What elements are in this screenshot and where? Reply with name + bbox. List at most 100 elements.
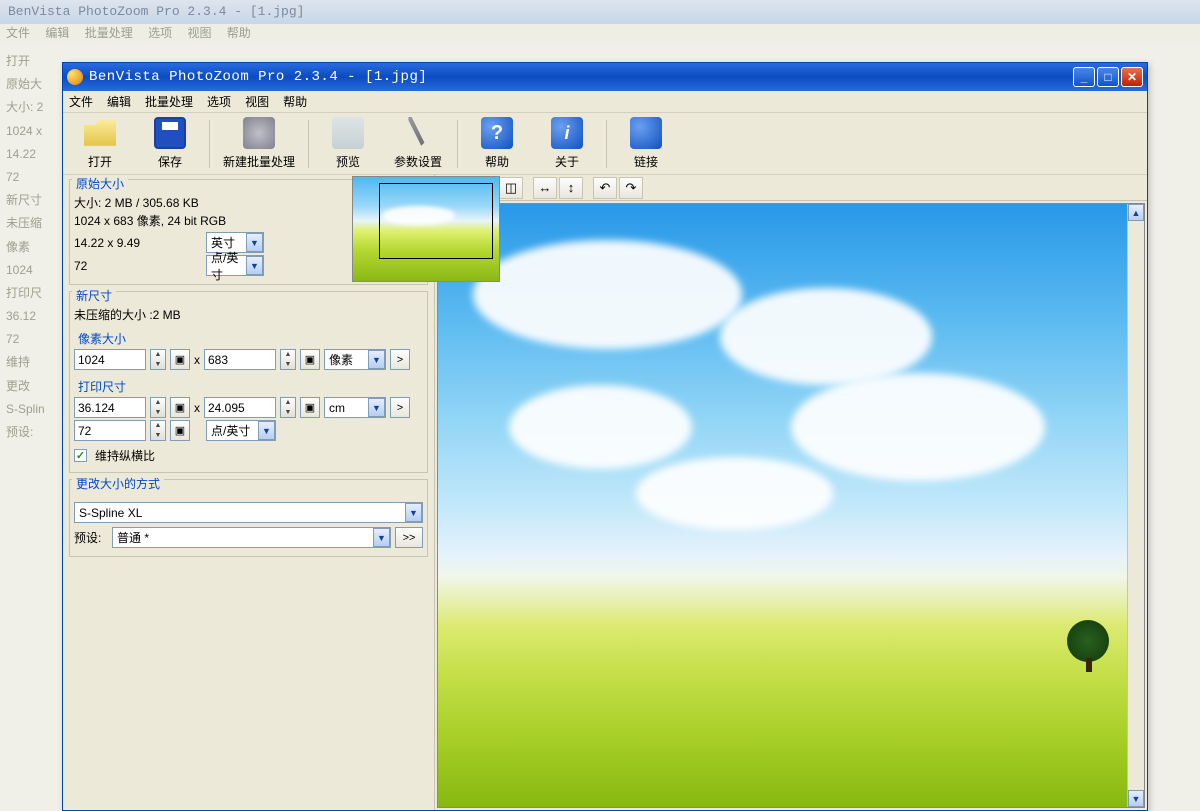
original-legend: 原始大小 xyxy=(72,175,128,192)
chevron-down-icon: ▼ xyxy=(368,350,385,369)
chevron-down-icon: ▼ xyxy=(246,233,263,252)
help-button[interactable]: 帮助 xyxy=(462,116,532,172)
toolbar: 打开 保存 新建批量处理 预览 参数设置 帮助 关于 链接 xyxy=(63,113,1147,175)
menu-file[interactable]: 文件 xyxy=(69,93,93,110)
bg-menu-item: 编辑 xyxy=(45,26,69,40)
original-dpi-text: 72 xyxy=(74,259,202,273)
spinner[interactable]: ▲▼ xyxy=(150,349,166,370)
save-button[interactable]: 保存 xyxy=(135,116,205,172)
navigator-thumbnail[interactable] xyxy=(352,176,500,282)
separator xyxy=(308,120,309,168)
go-button[interactable]: > xyxy=(390,349,410,370)
titlebar[interactable]: BenVista PhotoZoom Pro 2.3.4 - [1.jpg] _… xyxy=(63,63,1147,91)
cloud-decoration xyxy=(382,206,455,225)
link-icon xyxy=(630,117,662,149)
bg-menu-item: 批量处理 xyxy=(85,26,133,40)
preset-select[interactable]: 普通 *▼ xyxy=(112,527,391,548)
chevron-down-icon: ▼ xyxy=(368,398,385,417)
tree-decoration xyxy=(1067,620,1109,662)
chevron-down-icon: ▼ xyxy=(373,528,390,547)
x-label: x xyxy=(194,401,200,415)
close-button[interactable]: ✕ xyxy=(1121,67,1143,87)
uncompressed-text: 未压缩的大小 :2 MB xyxy=(74,308,181,322)
scroll-down-icon[interactable]: ▼ xyxy=(1128,790,1144,807)
bg-menubar: 文件 编辑 批量处理 选项 视图 帮助 xyxy=(0,24,1200,44)
link-button[interactable]: 链接 xyxy=(611,116,681,172)
method-select[interactable]: S-Spline XL▼ xyxy=(74,502,423,523)
resize-method-legend: 更改大小的方式 xyxy=(72,475,164,492)
scroll-up-icon[interactable]: ▲ xyxy=(1128,204,1144,221)
preview-button[interactable]: 预览 xyxy=(313,116,383,172)
cloud-decoration xyxy=(720,288,932,384)
new-size-legend: 新尺寸 xyxy=(72,287,116,304)
menu-batch[interactable]: 批量处理 xyxy=(145,93,193,110)
height-px-input[interactable] xyxy=(204,349,276,370)
resize-method-group: 更改大小的方式 S-Spline XL▼ 预设: 普通 *▼ >> xyxy=(69,479,428,557)
spinner[interactable]: ▲▼ xyxy=(280,349,296,370)
open-icon xyxy=(84,117,116,149)
chevron-down-icon: ▼ xyxy=(258,421,275,440)
preset-label: 预设: xyxy=(74,529,108,546)
bg-left-panel: 打开原始大 大小: 21024 x 14.2272 新尺寸未压缩 像素1024 … xyxy=(0,46,70,452)
menu-view[interactable]: 视图 xyxy=(245,93,269,110)
px-unit-select[interactable]: 像素▼ xyxy=(324,349,386,370)
menu-help[interactable]: 帮助 xyxy=(283,93,307,110)
original-dpi-unit-select[interactable]: 点/英寸▼ xyxy=(206,255,264,276)
maximize-button[interactable]: □ xyxy=(1097,67,1119,87)
width-cm-input[interactable] xyxy=(74,397,146,418)
bg-titlebar: BenVista PhotoZoom Pro 2.3.4 - [1.jpg] xyxy=(0,0,1200,24)
width-px-input[interactable] xyxy=(74,349,146,370)
rotate-left-tool[interactable]: ↶ xyxy=(593,177,617,199)
dpi-unit-select[interactable]: 点/英寸▼ xyxy=(206,420,276,441)
new-size-group: 新尺寸 未压缩的大小 :2 MB 像素大小 ▲▼ ▣ x ▲▼ ▣ 像素▼ > … xyxy=(69,291,428,473)
lock-button[interactable]: ▣ xyxy=(170,420,190,441)
open-button[interactable]: 打开 xyxy=(65,116,135,172)
settings-icon xyxy=(402,117,434,149)
bg-menu-item: 文件 xyxy=(6,26,30,40)
about-button[interactable]: 关于 xyxy=(532,116,602,172)
spinner[interactable]: ▲▼ xyxy=(150,420,166,441)
preview-area: ✋ ▦ ◫ ↔ ↕ ↶ ↷ ▲ ▼ xyxy=(435,175,1147,810)
lock-button[interactable]: ▣ xyxy=(170,349,190,370)
spinner[interactable]: ▲▼ xyxy=(150,397,166,418)
app-icon xyxy=(67,69,83,85)
spinner[interactable]: ▲▼ xyxy=(280,397,296,418)
separator xyxy=(457,120,458,168)
menubar: 文件 编辑 批量处理 选项 视图 帮助 xyxy=(63,91,1147,113)
flip-h-tool[interactable]: ↔ xyxy=(533,177,557,199)
lock-button[interactable]: ▣ xyxy=(300,349,320,370)
chevron-down-icon: ▼ xyxy=(246,256,263,275)
separator xyxy=(209,120,210,168)
cloud-decoration xyxy=(473,240,741,349)
cloud-decoration xyxy=(636,457,834,529)
menu-edit[interactable]: 编辑 xyxy=(107,93,131,110)
bg-menu-item: 选项 xyxy=(148,26,172,40)
lock-button[interactable]: ▣ xyxy=(300,397,320,418)
preview-toolbar: ✋ ▦ ◫ ↔ ↕ ↶ ↷ xyxy=(435,175,1147,201)
settings-button[interactable]: 参数设置 xyxy=(383,116,453,172)
x-label: x xyxy=(194,353,200,367)
cloud-decoration xyxy=(509,385,693,469)
height-cm-input[interactable] xyxy=(204,397,276,418)
cm-unit-select[interactable]: cm▼ xyxy=(324,397,386,418)
bg-menu-item: 帮助 xyxy=(227,26,251,40)
menu-options[interactable]: 选项 xyxy=(207,93,231,110)
app-window: BenVista PhotoZoom Pro 2.3.4 - [1.jpg] _… xyxy=(62,62,1148,811)
help-icon xyxy=(481,117,513,149)
keep-ratio-label: 维持纵横比 xyxy=(95,447,155,464)
separator xyxy=(606,120,607,168)
vertical-scrollbar[interactable]: ▲ ▼ xyxy=(1127,204,1144,807)
crop-tool[interactable]: ◫ xyxy=(499,177,523,199)
preview-icon xyxy=(332,117,364,149)
keep-ratio-checkbox[interactable]: ✓ xyxy=(74,449,87,462)
bg-menu-item: 视图 xyxy=(187,26,211,40)
batch-button[interactable]: 新建批量处理 xyxy=(214,116,304,172)
preview-image[interactable]: ▲ ▼ xyxy=(437,203,1145,808)
go-button[interactable]: > xyxy=(390,397,410,418)
flip-v-tool[interactable]: ↕ xyxy=(559,177,583,199)
preset-apply-button[interactable]: >> xyxy=(395,527,423,548)
dpi-input[interactable] xyxy=(74,420,146,441)
minimize-button[interactable]: _ xyxy=(1073,67,1095,87)
lock-button[interactable]: ▣ xyxy=(170,397,190,418)
rotate-right-tool[interactable]: ↷ xyxy=(619,177,643,199)
